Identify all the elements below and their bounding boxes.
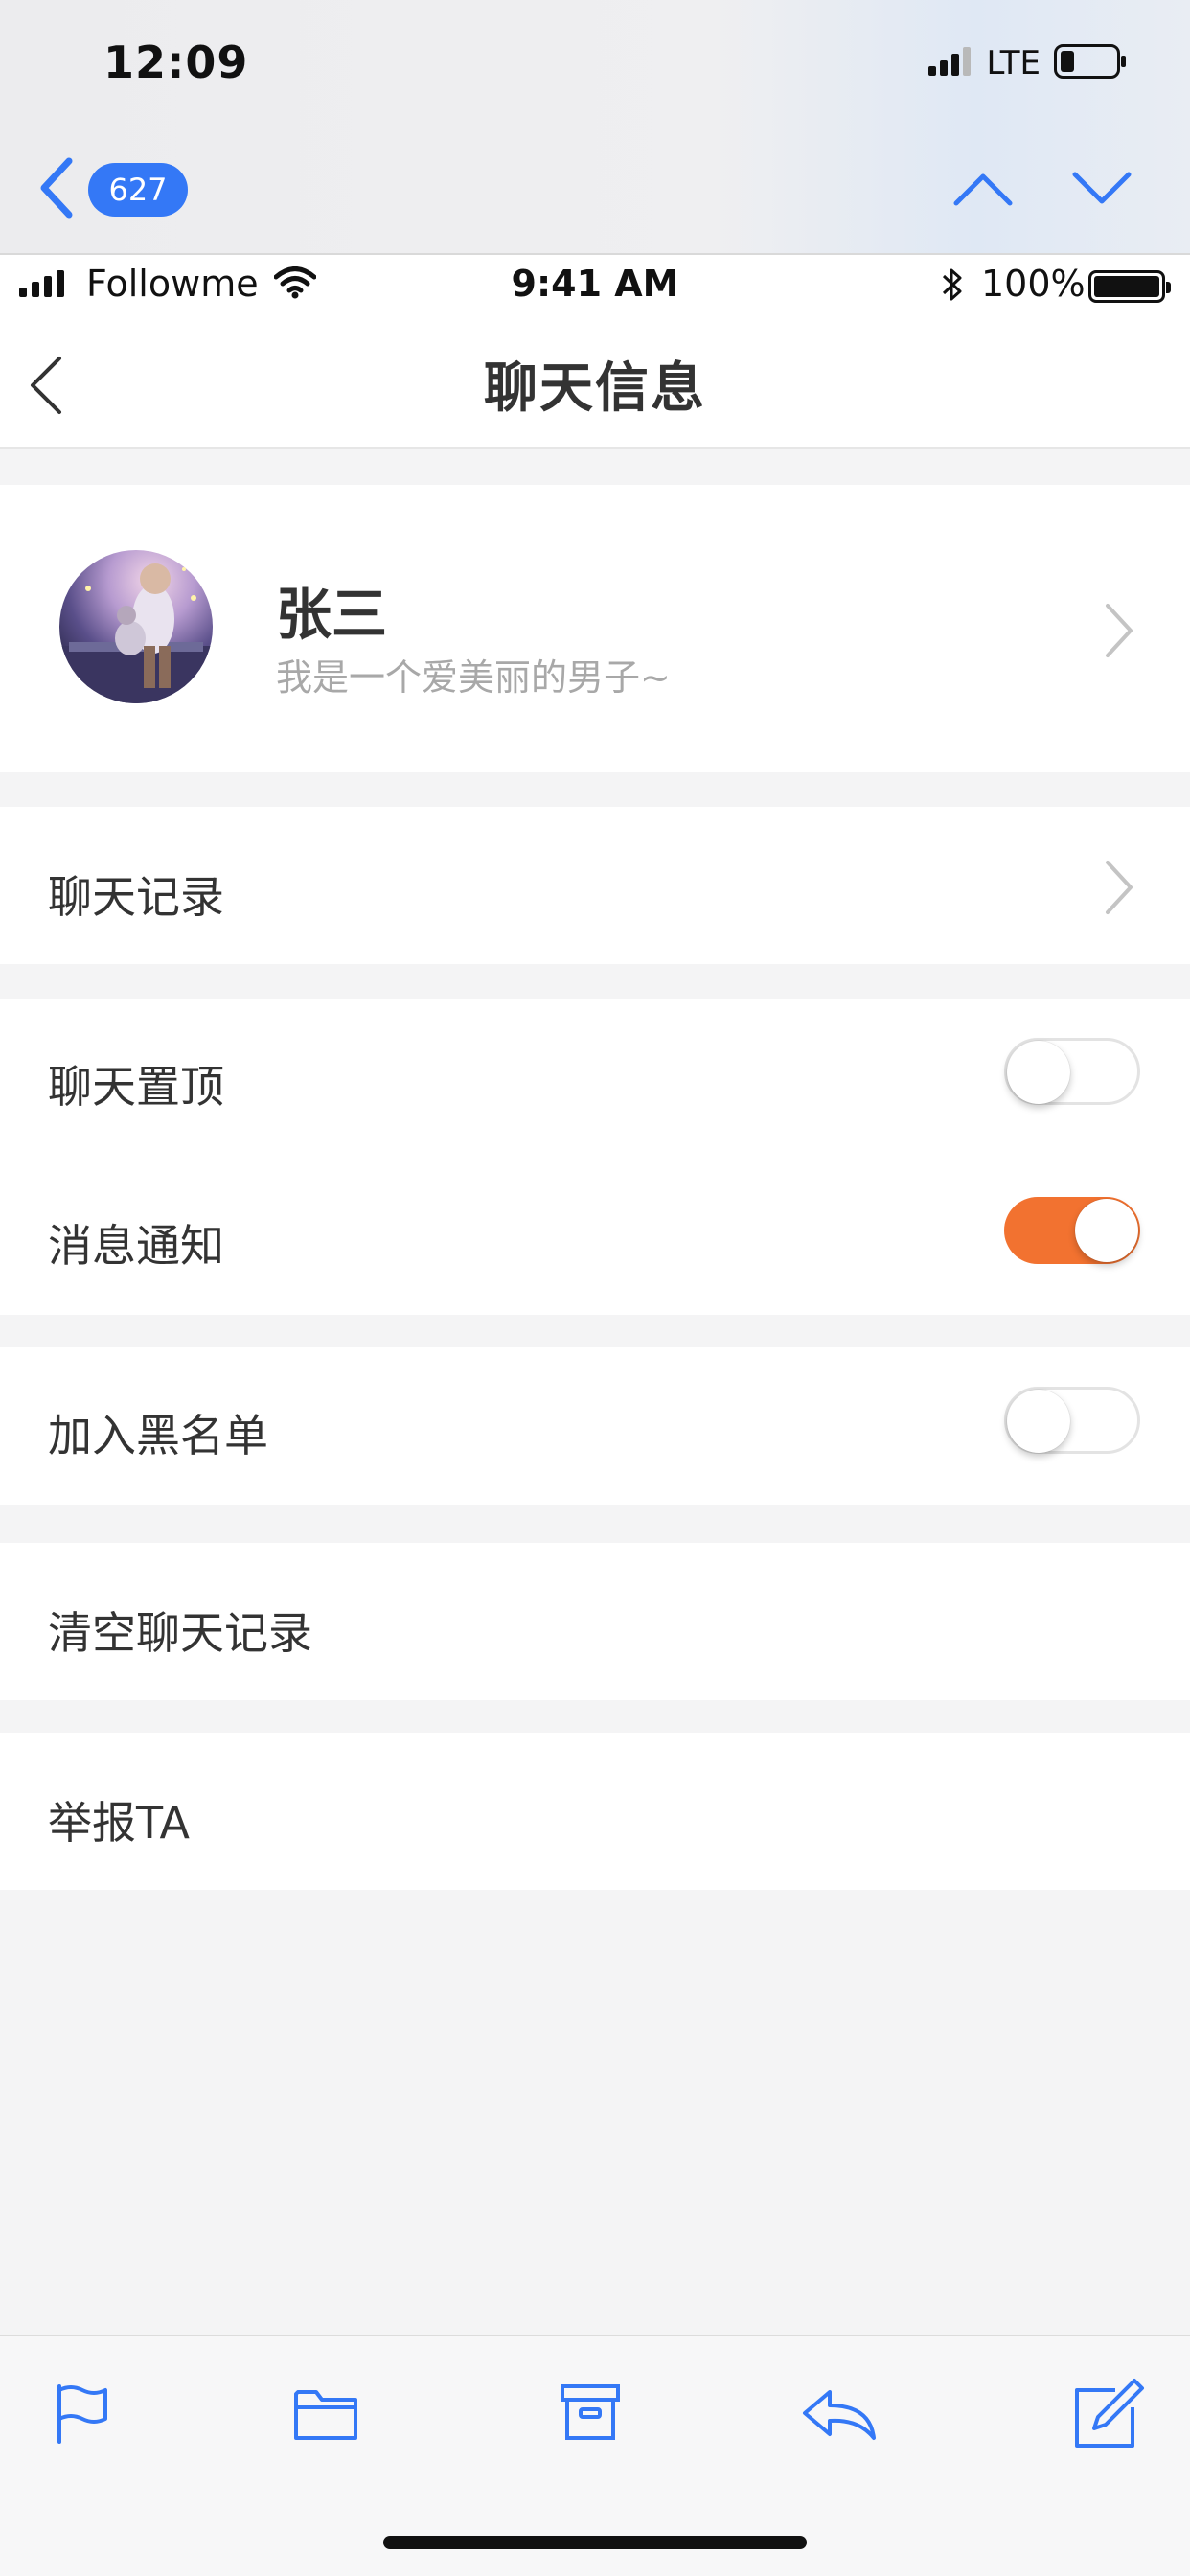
next-message-icon[interactable]	[1071, 169, 1133, 211]
page-title: 聊天信息	[484, 357, 706, 420]
blacklist-toggle[interactable]	[1004, 1387, 1140, 1454]
reply-icon[interactable]	[801, 2386, 878, 2446]
battery-percent: 100%	[981, 263, 1086, 305]
contact-signature: 我是一个爱美丽的男子~	[276, 656, 671, 699]
back-icon[interactable]	[36, 157, 75, 222]
navigation-bar: 聊天信息	[0, 310, 1190, 448]
folder-icon[interactable]	[293, 2386, 358, 2446]
notifications-label: 消息通知	[48, 1220, 224, 1272]
pin-chat-toggle[interactable]	[1004, 1038, 1140, 1105]
chevron-right-icon[interactable]	[1102, 602, 1136, 663]
notifications-toggle[interactable]	[1004, 1197, 1140, 1264]
chevron-right-icon[interactable]	[1102, 859, 1136, 920]
inner-status-bar: Followme 9:41 AM 100%	[0, 253, 1190, 310]
compose-icon[interactable]	[1073, 2377, 1146, 2453]
outer-status-time: 12:09	[103, 36, 249, 88]
outer-status-indicators: LTE	[928, 44, 1127, 82]
cellular-signal-icon	[928, 47, 973, 80]
pin-chat-label: 聊天置顶	[48, 1061, 224, 1113]
message-count-badge[interactable]: 627	[88, 163, 188, 217]
avatar[interactable]	[59, 550, 213, 703]
clear-history-label: 清空聊天记录	[48, 1607, 312, 1659]
bluetooth-icon	[941, 266, 964, 307]
contact-name: 张三	[276, 582, 388, 647]
flag-icon[interactable]	[54, 2382, 111, 2450]
previous-message-icon[interactable]	[952, 169, 1014, 211]
network-type: LTE	[986, 44, 1041, 82]
report-label: 举报TA	[48, 1797, 190, 1849]
archive-icon[interactable]	[560, 2382, 621, 2446]
blacklist-label: 加入黑名单	[48, 1410, 268, 1461]
chat-history-label: 聊天记录	[48, 871, 224, 923]
battery-icon	[1054, 44, 1127, 82]
inner-battery-icon	[1088, 270, 1171, 303]
home-indicator[interactable]	[383, 2536, 807, 2549]
